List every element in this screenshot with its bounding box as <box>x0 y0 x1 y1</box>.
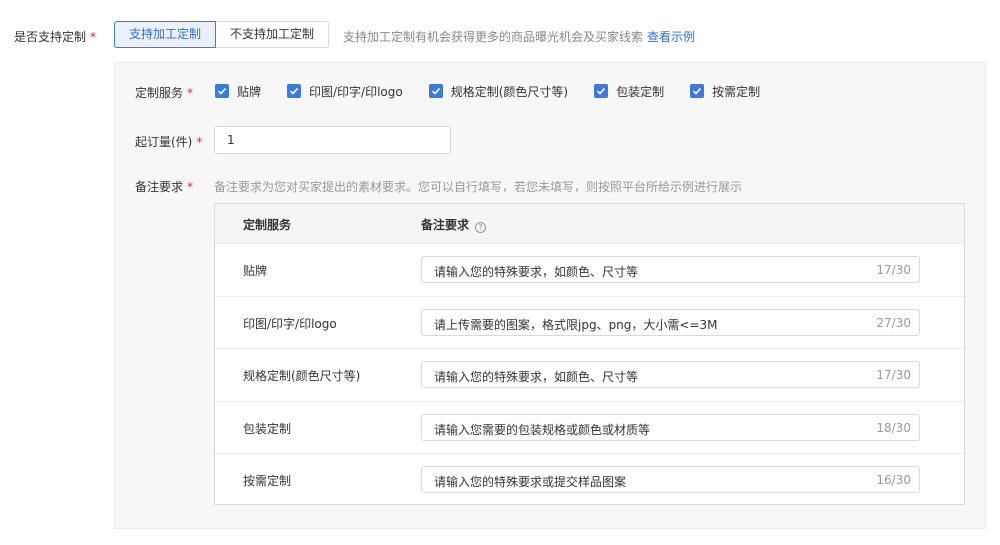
row-char-count: 27/30 <box>876 315 911 330</box>
notes-table: 定制服务 备注要求? 贴牌 请输入您的特殊要求，如颜色、尺寸等 17/30 印图… <box>214 203 965 505</box>
min-order-label: 起订量(件) * <box>135 133 202 150</box>
row-char-count: 17/30 <box>876 368 911 383</box>
customization-hint-text: 支持加工定制有机会获得更多的商品曝光机会及买家线索 <box>343 30 644 44</box>
row-note-value: 请输入您的特殊要求或提交样品图案 <box>434 475 627 490</box>
customization-label-text: 是否支持定制 <box>14 30 87 44</box>
row-note-input[interactable]: 请输入您需要的包装规格或颜色或材质等 18/30 <box>421 413 920 441</box>
column-header-note-text: 备注要求 <box>421 218 470 232</box>
required-mark: * <box>187 86 194 100</box>
checkbox-checked-icon <box>287 84 302 98</box>
service-label: 规格定制(颜色尺寸等) <box>450 84 569 99</box>
table-row: 印图/印字/印logo 请上传需要的图案，格式限jpg、png，大小需<=3M … <box>215 295 964 349</box>
support-customization-button[interactable]: 支持加工定制 <box>114 21 217 48</box>
service-checkbox-packaging[interactable]: 包装定制 <box>594 83 664 100</box>
required-mark: * <box>187 180 194 194</box>
row-char-count: 16/30 <box>876 473 911 488</box>
min-order-input[interactable] <box>214 126 451 154</box>
notes-label: 备注要求 * <box>135 178 193 195</box>
table-row: 按需定制 请输入您的特殊要求或提交样品图案 16/30 <box>215 453 964 506</box>
table-row: 包装定制 请输入您需要的包装规格或颜色或材质等 18/30 <box>215 400 964 454</box>
table-header: 定制服务 备注要求? <box>215 204 964 243</box>
table-row: 贴牌 请输入您的特殊要求，如颜色、尺寸等 17/30 <box>215 243 964 296</box>
customization-hint: 支持加工定制有机会获得更多的商品曝光机会及买家线索 查看示例 <box>343 28 695 45</box>
notes-hint: 备注要求为您对买家提出的素材要求。您可以自行填写，若您未填写，则按照平台所给示例… <box>214 180 743 194</box>
required-mark: * <box>196 135 203 149</box>
row-service-name: 印图/印字/印logo <box>243 316 337 331</box>
notes-label-text: 备注要求 <box>135 180 184 194</box>
row-note-value: 请输入您的特殊要求，如颜色、尺寸等 <box>434 265 639 279</box>
service-label: 按需定制 <box>712 84 761 99</box>
services-label-text: 定制服务 <box>135 86 184 100</box>
customization-toggle: 支持加工定制 不支持加工定制 <box>114 21 330 48</box>
customization-panel: 定制服务 * 贴牌 印图/印字/印logo 规格定制(颜色尺寸等) 包装定制 按需… <box>114 62 986 529</box>
row-note-input[interactable]: 请输入您的特殊要求，如颜色、尺寸等 17/30 <box>421 361 920 389</box>
row-note-input[interactable]: 请输入您的特殊要求，如颜色、尺寸等 17/30 <box>421 256 920 283</box>
row-service-name: 包装定制 <box>243 421 292 436</box>
row-note-input[interactable]: 请输入您的特殊要求或提交样品图案 16/30 <box>421 466 920 494</box>
row-note-value: 请输入您需要的包装规格或颜色或材质等 <box>434 422 651 437</box>
view-example-link[interactable]: 查看示例 <box>647 30 695 44</box>
required-mark: * <box>90 30 97 44</box>
services-label: 定制服务 * <box>135 84 193 101</box>
column-header-note: 备注要求? <box>421 216 487 233</box>
table-row: 规格定制(颜色尺寸等) 请输入您的特殊要求，如颜色、尺寸等 17/30 <box>215 348 964 401</box>
services-checkbox-group: 贴牌 印图/印字/印logo 规格定制(颜色尺寸等) 包装定制 按需定制 <box>215 83 786 99</box>
row-service-name: 按需定制 <box>243 474 292 489</box>
service-checkbox-printing[interactable]: 印图/印字/印logo <box>287 83 403 100</box>
row-note-value: 请输入您的特殊要求，如颜色、尺寸等 <box>434 370 639 385</box>
service-label: 贴牌 <box>237 84 262 99</box>
service-label: 印图/印字/印logo <box>309 84 403 99</box>
checkbox-checked-icon <box>594 84 609 98</box>
checkbox-checked-icon <box>215 84 229 98</box>
no-customization-button[interactable]: 不支持加工定制 <box>216 21 330 48</box>
service-checkbox-spec[interactable]: 规格定制(颜色尺寸等) <box>428 83 569 100</box>
service-label: 包装定制 <box>616 84 665 99</box>
question-circle-icon[interactable]: ? <box>475 222 487 233</box>
service-checkbox-oem[interactable]: 贴牌 <box>215 83 261 100</box>
customization-label: 是否支持定制 * <box>14 28 96 45</box>
row-note-value: 请上传需要的图案，格式限jpg、png，大小需<=3M <box>434 317 718 332</box>
row-char-count: 17/30 <box>876 263 911 277</box>
service-checkbox-on-demand[interactable]: 按需定制 <box>690 83 760 100</box>
column-header-service: 定制服务 <box>243 218 292 232</box>
checkbox-checked-icon <box>428 84 443 98</box>
row-char-count: 18/30 <box>876 420 911 435</box>
row-service-name: 贴牌 <box>243 264 268 278</box>
row-service-name: 规格定制(颜色尺寸等) <box>243 369 361 384</box>
row-note-input[interactable]: 请上传需要的图案，格式限jpg、png，大小需<=3M 27/30 <box>421 308 920 336</box>
checkbox-checked-icon <box>690 84 705 98</box>
min-order-label-text: 起订量(件) <box>135 135 193 149</box>
customization-row: 是否支持定制 * 支持加工定制 不支持加工定制 支持加工定制有机会获得更多的商品曝… <box>0 21 1000 48</box>
